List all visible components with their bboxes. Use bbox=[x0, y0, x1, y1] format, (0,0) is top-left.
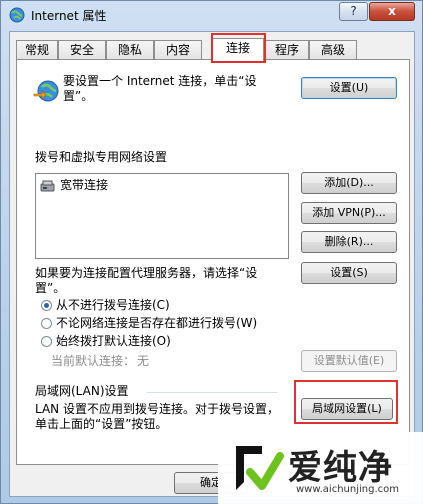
lan-settings-button[interactable]: 局域网设置(L) bbox=[301, 398, 393, 420]
connections-listbox[interactable]: 宽带连接 bbox=[35, 173, 289, 259]
tab-security[interactable]: 安全 bbox=[58, 40, 106, 60]
tab-privacy[interactable]: 隐私 bbox=[106, 40, 154, 60]
tab-connections[interactable]: 连接 bbox=[212, 38, 264, 61]
set-default-button[interactable]: 设置默认值(E) bbox=[301, 350, 397, 372]
watermark-url: www.aichunjing.com bbox=[296, 484, 399, 495]
list-item[interactable]: 宽带连接 bbox=[40, 178, 280, 194]
current-default-label: 当前默认连接： bbox=[51, 354, 136, 368]
watermark: 爱纯净 www.aichunjing.com bbox=[218, 432, 423, 504]
lan-instruction: LAN 设置不应用到拨号连接。对于拨号设置，单击上面的“设置”按钮。 bbox=[35, 402, 279, 431]
proxy-instruction: 如果要为连接配置代理服务器，请选择“设置”。 bbox=[35, 266, 258, 295]
tab-programs[interactable]: 程序 bbox=[265, 40, 309, 60]
setup-button[interactable]: 设置(U) bbox=[301, 77, 397, 99]
radio-always-dial-default[interactable] bbox=[41, 336, 52, 347]
radio-never-dial[interactable] bbox=[41, 300, 52, 311]
radio-always-dial-default-label[interactable]: 始终拨打默认连接(O) bbox=[56, 334, 171, 349]
help-button[interactable]: ? bbox=[339, 2, 368, 21]
dialog-client-area: 常规 安全 隐私 内容 连接 程序 高级 要设置一个 Internet 连接，单… bbox=[9, 31, 415, 497]
radio-never-dial-label[interactable]: 从不进行拨号连接(C) bbox=[56, 298, 170, 313]
connections-panel: 要设置一个 Internet 连接，单击“设置”。 设置(U) 拨号和虚拟专用网… bbox=[16, 59, 410, 465]
title-bar[interactable]: Internet 属性 ? x bbox=[1, 1, 422, 29]
aichunjing-logo-icon bbox=[236, 446, 284, 490]
internet-properties-window: Internet 属性 ? x 常规 安全 隐私 内容 连接 程序 高级 要设置… bbox=[0, 0, 423, 504]
watermark-name: 爱纯净 bbox=[288, 448, 393, 488]
current-default-value: 无 bbox=[137, 354, 150, 368]
lan-section-title: 局域网(LAN)设置 bbox=[35, 384, 129, 398]
connection-name: 宽带连接 bbox=[60, 178, 109, 192]
dialup-section-title: 拨号和虚拟专用网络设置 bbox=[35, 150, 168, 164]
tab-advanced[interactable]: 高级 bbox=[309, 40, 357, 60]
window-title: Internet 属性 bbox=[31, 9, 107, 23]
radio-dial-when-no-network[interactable] bbox=[41, 318, 52, 329]
add-connection-button[interactable]: 添加(D)... bbox=[301, 172, 397, 194]
remove-connection-button[interactable]: 删除(R)... bbox=[301, 231, 397, 253]
internet-globe-icon bbox=[9, 7, 25, 23]
proxy-settings-button[interactable]: 设置(S) bbox=[301, 262, 397, 284]
close-button[interactable]: x bbox=[369, 2, 415, 21]
radio-dial-when-no-network-label[interactable]: 不论网络连接是否存在都进行拨号(W) bbox=[56, 316, 257, 331]
broadband-connection-icon bbox=[40, 180, 55, 192]
lan-section-divider bbox=[147, 392, 277, 393]
tab-strip: 常规 安全 隐私 内容 连接 程序 高级 bbox=[16, 33, 412, 63]
tab-general[interactable]: 常规 bbox=[16, 40, 58, 60]
setup-instruction: 要设置一个 Internet 连接，单击“设置”。 bbox=[63, 74, 257, 103]
tab-content[interactable]: 内容 bbox=[154, 40, 202, 60]
add-vpn-button[interactable]: 添加 VPN(P)... bbox=[301, 202, 397, 224]
network-setup-icon bbox=[33, 80, 59, 102]
